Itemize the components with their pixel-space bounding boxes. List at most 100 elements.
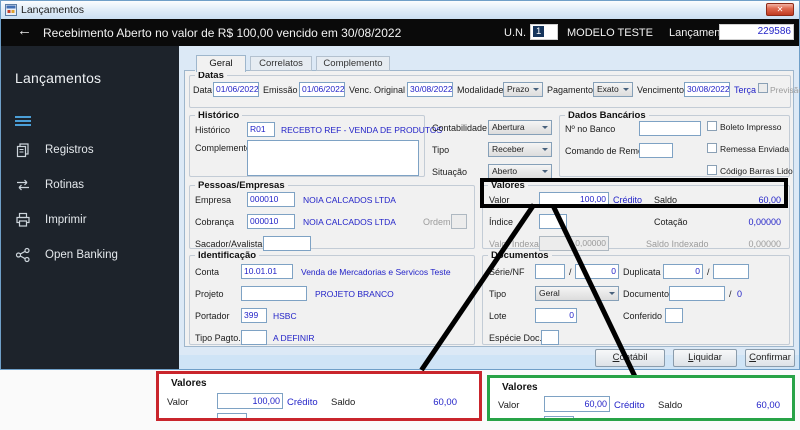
titlebar: Lançamentos ✕ [1, 1, 799, 19]
groupbox-identificacao-title: Identificação [195, 250, 260, 261]
app-icon [5, 4, 17, 16]
groupbox-dados-bancarios-title: Dados Bancários [565, 110, 649, 121]
documents-icon [16, 143, 29, 158]
valor-input[interactable]: 100,00 [539, 192, 609, 207]
indice-label: Índice [489, 217, 514, 227]
data-input[interactable]: 01/06/2022 [213, 82, 259, 97]
pagamento-select[interactable]: Exato [593, 82, 633, 97]
num-banco-input[interactable] [639, 121, 701, 136]
serie-nf-label: Série/NF [489, 267, 525, 277]
data-label: Data [193, 85, 213, 95]
tipo-select[interactable]: Receber [488, 142, 552, 157]
comando-remessa-input[interactable] [639, 143, 673, 158]
saldo-value: 60,00 [758, 195, 781, 205]
back-arrow-icon[interactable]: ← [17, 22, 32, 39]
emissao-label: Emissão [263, 85, 298, 95]
documento-input[interactable] [669, 286, 725, 301]
tipo-pagto-label: Tipo Pagto. [195, 333, 241, 343]
conferido-input[interactable] [665, 308, 683, 323]
historico-code-input[interactable]: R01 [247, 122, 275, 137]
doc-tipo-select[interactable]: Geral [535, 286, 619, 301]
sidebar-item-rotinas[interactable]: Rotinas [1, 173, 179, 197]
contabilidade-label: Contabilidade [432, 123, 488, 133]
contabil-button[interactable]: Contábil [595, 349, 665, 367]
groupbox-pessoas-title: Pessoas/Empresas [195, 180, 288, 191]
boleto-impresso-checkbox[interactable] [707, 121, 717, 131]
sidebar-item-imprimir[interactable]: Imprimir [1, 208, 179, 232]
callout-green-valor-label: Valor [498, 400, 520, 411]
modalidade-label: Modalidade [457, 85, 504, 95]
saldo-indexado-label: Saldo Indexado [646, 239, 709, 249]
portador-code-input[interactable]: 399 [241, 308, 267, 323]
indice-input[interactable] [539, 214, 567, 229]
app-window: Lançamentos ✕ ← Recebimento Aberto no va… [0, 0, 800, 370]
conta-description: Venda de Mercadorias e Servicos Teste [301, 267, 451, 277]
empresa-name: NOIA CALCADOS LTDA [303, 195, 396, 205]
saldo-label: Saldo [654, 195, 678, 205]
cobranca-name: NOIA CALCADOS LTDA [303, 217, 396, 227]
previsao-checkbox[interactable] [758, 83, 768, 93]
callout-green-credito: Crédito [614, 400, 645, 411]
serie-input[interactable] [535, 264, 565, 279]
liquidar-button[interactable]: Liquidar [673, 349, 737, 367]
emissao-input[interactable]: 01/06/2022 [299, 82, 345, 97]
sacador-input[interactable] [263, 236, 311, 251]
callout-green-valor-input: 60,00 [544, 396, 610, 412]
cobranca-label: Cobrança [195, 217, 235, 227]
swap-arrows-icon [17, 179, 29, 191]
sidebar-item-open-banking[interactable]: Open Banking [1, 243, 179, 267]
tab-correlatos[interactable]: Correlatos [250, 56, 312, 71]
duplicata-input[interactable]: 0 [663, 264, 703, 279]
vencimento-input[interactable]: 30/08/2022 [684, 82, 730, 97]
sacador-label: Sacador/Avalista [195, 239, 263, 249]
valor-label: Valor [489, 195, 510, 205]
sidebar-item-label: Rotinas [45, 179, 84, 191]
conta-label: Conta [195, 267, 220, 277]
menu-icon[interactable] [15, 116, 33, 128]
callout-green-saldo-label: Saldo [658, 400, 683, 411]
record-title: Recebimento Aberto no valor de R$ 100,00… [43, 26, 402, 40]
credito-label: Crédito [613, 195, 643, 205]
callout-red-valor-label: Valor [167, 397, 189, 408]
serie-slash: / [569, 267, 572, 277]
contabilidade-select[interactable]: Abertura [488, 120, 552, 135]
lote-input[interactable]: 0 [535, 308, 577, 323]
un-input[interactable]: 1 [530, 24, 558, 40]
callout-red-saldo-value: 60,00 [433, 397, 457, 408]
projeto-input[interactable] [241, 286, 307, 301]
modalidade-select[interactable]: Prazo [503, 82, 543, 97]
tab-geral[interactable]: Geral [196, 55, 246, 72]
venc-original-input[interactable]: 30/08/2022 [407, 82, 453, 97]
cobranca-code-input[interactable]: 000010 [247, 214, 295, 229]
venc-original-label: Venc. Original [349, 85, 406, 95]
callout-red-saldo-label: Saldo [331, 397, 356, 408]
duplicata2-input[interactable] [713, 264, 749, 279]
close-button[interactable]: ✕ [766, 3, 794, 16]
tipo-pagto-input[interactable] [241, 330, 267, 345]
tab-complemento[interactable]: Complemento [316, 56, 390, 71]
conta-code-input[interactable]: 10.01.01 [241, 264, 293, 279]
callout-valores-red: Valores Valor 100,00 Crédito Saldo 60,00 [156, 371, 482, 421]
duplicata-slash: / [707, 267, 710, 277]
codigo-barras-checkbox[interactable] [707, 165, 717, 175]
callout-green-partial-box [544, 416, 574, 418]
weekday-label: Terça [734, 85, 757, 95]
window-title: Lançamentos [21, 4, 85, 16]
remessa-enviada-label: Remessa Enviada [720, 144, 789, 154]
lancamento-number-input[interactable]: 229586 [719, 24, 794, 40]
callout-red-valor-input: 100,00 [217, 393, 283, 409]
situacao-select[interactable]: Aberto [488, 164, 552, 179]
share-nodes-icon [15, 247, 30, 263]
saldo-indexado-value: 0,00000 [748, 239, 781, 249]
remessa-enviada-checkbox[interactable] [707, 143, 717, 153]
confirmar-button[interactable]: Confirmar [745, 349, 795, 367]
codigo-barras-label: Código Barras Lido [720, 166, 793, 176]
empresa-code-input[interactable]: 000010 [247, 192, 295, 207]
num-banco-label: Nº no Banco [565, 124, 616, 134]
especie-doc-input[interactable] [541, 330, 559, 345]
sidebar-item-registros[interactable]: Registros [1, 138, 179, 162]
doc-tipo-label: Tipo [489, 289, 507, 299]
complemento-textarea[interactable] [247, 140, 419, 176]
nf-input[interactable]: 0 [575, 264, 619, 279]
boleto-impresso-label: Boleto Impresso [720, 122, 782, 132]
